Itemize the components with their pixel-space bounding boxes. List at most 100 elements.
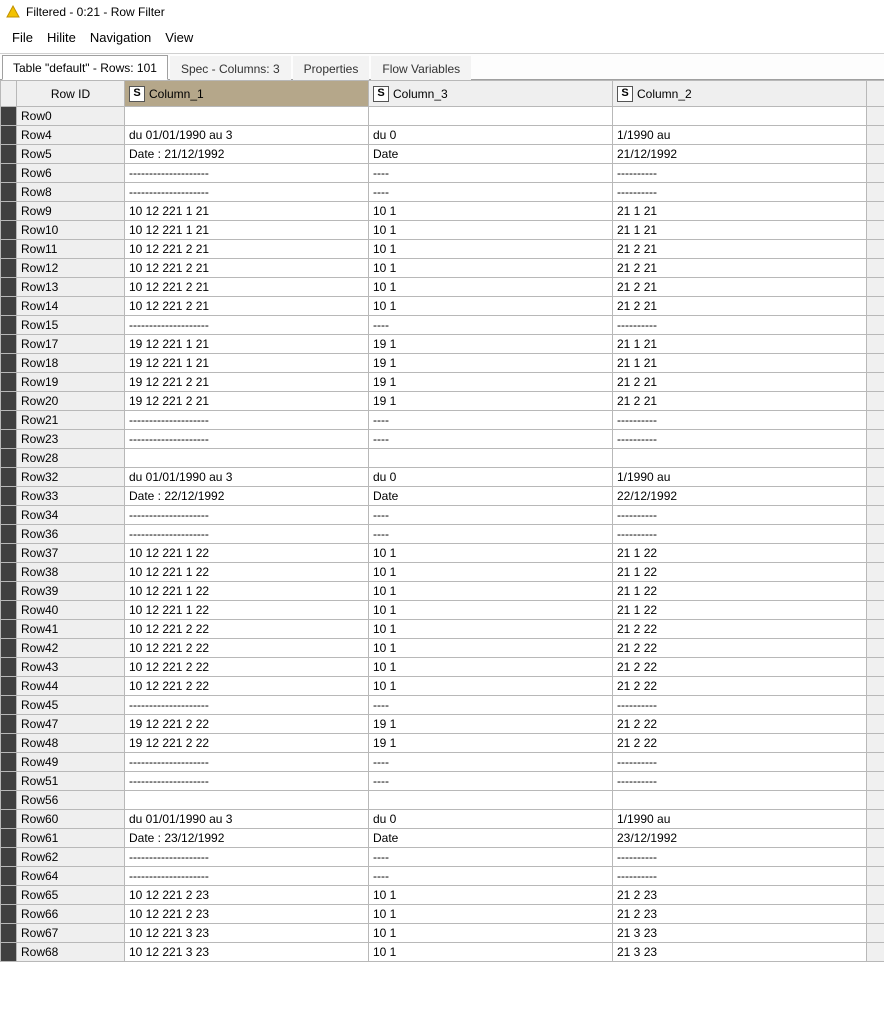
cell-column-2[interactable]: 21 2 22: [613, 715, 867, 734]
row-marker[interactable]: [1, 506, 17, 525]
cell-column-3[interactable]: 10 1: [369, 620, 613, 639]
row-id-cell[interactable]: Row21: [17, 411, 125, 430]
cell-column-1[interactable]: [125, 107, 369, 126]
menu-navigation[interactable]: Navigation: [84, 28, 157, 47]
cell-column-1[interactable]: 19 12 221 2 22: [125, 734, 369, 753]
cell-column-1[interactable]: 10 12 221 2 23: [125, 886, 369, 905]
cell-column-2[interactable]: 21 1 21: [613, 354, 867, 373]
cell-column-3[interactable]: ----: [369, 411, 613, 430]
row-marker[interactable]: [1, 696, 17, 715]
table-row[interactable]: Row1819 12 221 1 2119 121 1 21: [1, 354, 884, 373]
cell-column-2[interactable]: 21 2 21: [613, 373, 867, 392]
cell-column-2[interactable]: 21 1 22: [613, 563, 867, 582]
row-marker[interactable]: [1, 753, 17, 772]
cell-column-3[interactable]: ----: [369, 525, 613, 544]
table-row[interactable]: Row1410 12 221 2 2110 121 2 21: [1, 297, 884, 316]
cell-column-1[interactable]: [125, 791, 369, 810]
cell-column-3[interactable]: Date: [369, 487, 613, 506]
tab-spec-columns[interactable]: Spec - Columns: 3: [170, 56, 291, 80]
row-marker[interactable]: [1, 126, 17, 145]
row-id-cell[interactable]: Row44: [17, 677, 125, 696]
table-row[interactable]: Row1310 12 221 2 2110 121 2 21: [1, 278, 884, 297]
table-row[interactable]: Row28: [1, 449, 884, 468]
cell-column-2[interactable]: 21 2 21: [613, 240, 867, 259]
row-id-cell[interactable]: Row9: [17, 202, 125, 221]
row-marker[interactable]: [1, 335, 17, 354]
cell-column-1[interactable]: --------------------: [125, 430, 369, 449]
scrollbar-vertical[interactable]: [867, 677, 884, 696]
cell-column-3[interactable]: ----: [369, 772, 613, 791]
row-id-cell[interactable]: Row0: [17, 107, 125, 126]
row-marker[interactable]: [1, 259, 17, 278]
cell-column-1[interactable]: 19 12 221 1 21: [125, 335, 369, 354]
cell-column-2[interactable]: ----------: [613, 525, 867, 544]
scrollbar-vertical[interactable]: [867, 867, 884, 886]
table-row[interactable]: Row6810 12 221 3 2310 121 3 23: [1, 943, 884, 962]
cell-column-2[interactable]: 21 2 22: [613, 658, 867, 677]
cell-column-1[interactable]: [125, 449, 369, 468]
table-row[interactable]: Row60du 01/01/1990 au 3du 01/1990 au: [1, 810, 884, 829]
table-row[interactable]: Row3910 12 221 1 2210 121 1 22: [1, 582, 884, 601]
cell-column-1[interactable]: 10 12 221 2 21: [125, 259, 369, 278]
cell-column-2[interactable]: ----------: [613, 753, 867, 772]
table-row[interactable]: Row1110 12 221 2 2110 121 2 21: [1, 240, 884, 259]
scrollbar-vertical[interactable]: [867, 297, 884, 316]
cell-column-3[interactable]: ----: [369, 867, 613, 886]
table-row[interactable]: Row4410 12 221 2 2210 121 2 22: [1, 677, 884, 696]
scrollbar-vertical[interactable]: [867, 924, 884, 943]
cell-column-2[interactable]: 21 1 22: [613, 544, 867, 563]
cell-column-1[interactable]: Date : 22/12/1992: [125, 487, 369, 506]
cell-column-1[interactable]: 10 12 221 3 23: [125, 943, 369, 962]
table-row[interactable]: Row4210 12 221 2 2210 121 2 22: [1, 639, 884, 658]
cell-column-3[interactable]: 10 1: [369, 677, 613, 696]
cell-column-2[interactable]: 21 2 23: [613, 905, 867, 924]
scrollbar-vertical[interactable]: [867, 715, 884, 734]
row-marker[interactable]: [1, 829, 17, 848]
header-row-id[interactable]: Row ID: [17, 81, 125, 107]
cell-column-3[interactable]: 10 1: [369, 582, 613, 601]
row-marker[interactable]: [1, 202, 17, 221]
row-id-cell[interactable]: Row14: [17, 297, 125, 316]
cell-column-2[interactable]: ----------: [613, 430, 867, 449]
scrollbar-vertical[interactable]: [867, 639, 884, 658]
table-row[interactable]: Row4819 12 221 2 2219 121 2 22: [1, 734, 884, 753]
scrollbar-vertical[interactable]: [867, 202, 884, 221]
cell-column-1[interactable]: 10 12 221 1 22: [125, 563, 369, 582]
cell-column-2[interactable]: 21 2 23: [613, 886, 867, 905]
scrollbar-vertical[interactable]: [867, 620, 884, 639]
scrollbar-vertical[interactable]: [867, 430, 884, 449]
cell-column-1[interactable]: 19 12 221 1 21: [125, 354, 369, 373]
scrollbar-vertical[interactable]: [867, 392, 884, 411]
row-marker[interactable]: [1, 734, 17, 753]
cell-column-2[interactable]: [613, 449, 867, 468]
cell-column-3[interactable]: Date: [369, 829, 613, 848]
cell-column-1[interactable]: --------------------: [125, 164, 369, 183]
cell-column-3[interactable]: ----: [369, 506, 613, 525]
cell-column-1[interactable]: 10 12 221 1 22: [125, 601, 369, 620]
tab-properties[interactable]: Properties: [293, 56, 370, 80]
scrollbar-vertical[interactable]: [867, 601, 884, 620]
row-id-cell[interactable]: Row8: [17, 183, 125, 202]
cell-column-1[interactable]: 10 12 221 1 22: [125, 582, 369, 601]
cell-column-3[interactable]: 10 1: [369, 544, 613, 563]
cell-column-3[interactable]: 10 1: [369, 240, 613, 259]
cell-column-2[interactable]: 1/1990 au: [613, 468, 867, 487]
scrollbar-vertical[interactable]: [867, 487, 884, 506]
cell-column-1[interactable]: 10 12 221 2 22: [125, 620, 369, 639]
cell-column-3[interactable]: 10 1: [369, 563, 613, 582]
table-row[interactable]: Row51----------------------------------: [1, 772, 884, 791]
row-marker[interactable]: [1, 221, 17, 240]
scrollbar-vertical[interactable]: [867, 354, 884, 373]
table-row[interactable]: Row3810 12 221 1 2210 121 1 22: [1, 563, 884, 582]
cell-column-2[interactable]: [613, 791, 867, 810]
cell-column-3[interactable]: 10 1: [369, 221, 613, 240]
row-id-cell[interactable]: Row12: [17, 259, 125, 278]
table-row[interactable]: Row33Date : 22/12/1992Date22/12/1992: [1, 487, 884, 506]
row-id-cell[interactable]: Row64: [17, 867, 125, 886]
row-id-cell[interactable]: Row49: [17, 753, 125, 772]
cell-column-2[interactable]: 21 1 21: [613, 202, 867, 221]
cell-column-1[interactable]: --------------------: [125, 411, 369, 430]
row-id-cell[interactable]: Row33: [17, 487, 125, 506]
cell-column-2[interactable]: 21 1 21: [613, 335, 867, 354]
table-row[interactable]: Row6----------------------------------: [1, 164, 884, 183]
